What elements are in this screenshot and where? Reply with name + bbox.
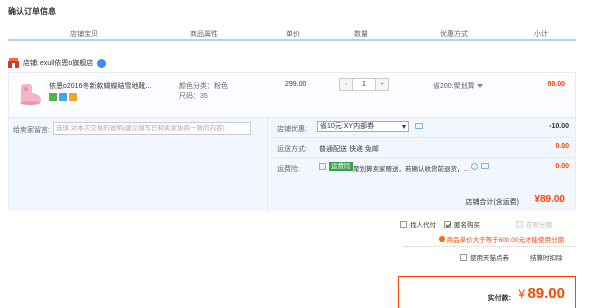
tmall-points-option[interactable]: 使用天猫点券 (460, 252, 509, 262)
shop-icon (8, 58, 19, 68)
qty-minus-button[interactable]: - (340, 79, 352, 90)
comment-icon[interactable] (481, 163, 489, 169)
item-row: 依恩o2016冬新款蝴蝶结雪地靴... 颜色分类：粉色 尺码：35 299.00… (9, 73, 575, 113)
column-header: 店铺宝贝 商品属性 单价 数量 优惠方式 小计 (8, 26, 576, 41)
shop-name-link[interactable]: exull依恩o旗舰店 (40, 58, 93, 68)
shop-label: 店铺: (23, 60, 39, 67)
delivery-row: 运送方式: 普通配送 快递 免邮 0.00 (273, 138, 573, 158)
tmall-points-checkbox[interactable] (460, 253, 467, 261)
huabei-option[interactable]: 花呗分期 (516, 219, 552, 229)
page-title: 确认订单信息 (8, 7, 56, 16)
insurance-text: 聚划算卖家赠送，若确认收货前退货，... (353, 166, 469, 173)
chat-icon[interactable] (97, 58, 107, 68)
shop-coupon-selected: 省10元:XY内部券 (320, 123, 375, 130)
comment-icon[interactable] (415, 123, 423, 129)
huabei-note-text: 商品单价大于等于600.00元才能使用分期 (446, 237, 564, 244)
unit-price: 299.00 (285, 81, 307, 88)
product-thumbnail[interactable] (15, 79, 45, 107)
divider (267, 118, 268, 212)
shop-total-value: ¥89.00 (534, 194, 565, 205)
message-input[interactable]: 选填:对本次交易的说明(建议填写已和卖家协商一致的内容) (53, 122, 251, 135)
shop-row: 店铺: exull依恩o旗舰店 (8, 56, 576, 70)
shop-coupon-label: 店铺优惠: (277, 126, 307, 133)
currency-symbol: ¥ (518, 287, 525, 301)
pay-by-friend-label: 找人代付 (410, 222, 436, 229)
points-note-text: 结算时扣除 (530, 255, 563, 262)
insurance-label: 运费险: (277, 166, 300, 173)
quantity-stepper: - 1 + (339, 78, 389, 91)
insurance-checkbox[interactable] (319, 163, 326, 170)
shop-coupon-amount: -10.00 (549, 123, 569, 130)
anonymous-label: 匿名购买 (454, 222, 480, 229)
huabei-note: 商品单价大于等于600.00元才能使用分期 (438, 234, 564, 244)
anonymous-option[interactable]: 匿名购买 (444, 219, 480, 229)
chevron-down-icon (402, 125, 406, 129)
col-unit-price: 单价 (286, 31, 300, 38)
service-badges (49, 93, 77, 101)
final-amount: 89.00 (527, 285, 565, 302)
delivery-label: 运送方式: (277, 146, 307, 153)
promo-select[interactable]: 省200:聚划算 (433, 81, 483, 91)
anonymous-checkbox[interactable] (444, 220, 451, 228)
col-attributes: 商品属性 (190, 31, 218, 38)
product-title-link[interactable]: 依恩o2016冬新款蝴蝶结雪地靴... (49, 81, 163, 91)
col-quantity: 数量 (354, 31, 368, 38)
shop-coupon-row: 店铺优惠: 省10元:XY内部券 -10.00 (273, 118, 573, 138)
col-subtotal: 小计 (534, 31, 548, 38)
final-label: 实付款: (487, 295, 511, 302)
final-payment-box: 实付款: ¥ 89.00 (398, 276, 576, 308)
delivery-method: 普通配送 快递 免邮 (319, 146, 379, 153)
help-icon[interactable] (471, 163, 478, 170)
pay-by-friend-checkbox[interactable] (400, 220, 407, 228)
order-box: 依恩o2016冬新款蝴蝶结雪地靴... 颜色分类：粉色 尺码：35 299.00… (8, 72, 576, 212)
shop-coupon-select[interactable]: 省10元:XY内部券 (317, 121, 409, 132)
shop-total-label: 店铺合计(含运费) (465, 199, 519, 206)
chevron-down-icon (476, 84, 483, 89)
col-shop-item: 店铺宝贝 (70, 31, 98, 38)
promo-label: 省200:聚划算 (433, 83, 475, 90)
pay-by-friend-option[interactable]: 找人代付 (400, 219, 436, 229)
divider (404, 246, 576, 247)
col-promotion: 优惠方式 (440, 31, 468, 38)
points-note: 结算时扣除 (530, 252, 563, 262)
insurance-row: 运费险: 运费险 聚划算卖家赠送，若确认收货前退货，... 0.00 (273, 158, 573, 178)
huabei-label: 花呗分期 (526, 222, 552, 229)
order-extras: 给卖家留言: 选填:对本次交易的说明(建议填写已和卖家协商一致的内容) 店铺优惠… (9, 117, 575, 212)
tmall-points-label: 使用天猫点券 (470, 255, 509, 262)
huabei-checkbox[interactable] (516, 220, 523, 228)
guarantee-icon[interactable] (59, 93, 67, 101)
seven-day-return-icon[interactable] (49, 93, 57, 101)
attr-color: 颜色分类：粉色 (179, 83, 228, 90)
insurance-tag: 运费险 (329, 162, 353, 171)
qty-plus-button[interactable]: + (376, 79, 388, 90)
insurance-amount: 0.00 (555, 163, 569, 170)
item-subtotal: 99.00 (547, 81, 565, 88)
qty-input[interactable]: 1 (352, 79, 376, 90)
attr-size: 尺码：35 (179, 93, 208, 100)
info-icon (438, 236, 445, 242)
message-label: 给卖家留言: (13, 127, 50, 134)
delivery-amount: 0.00 (555, 143, 569, 150)
credit-card-icon[interactable] (69, 93, 77, 101)
